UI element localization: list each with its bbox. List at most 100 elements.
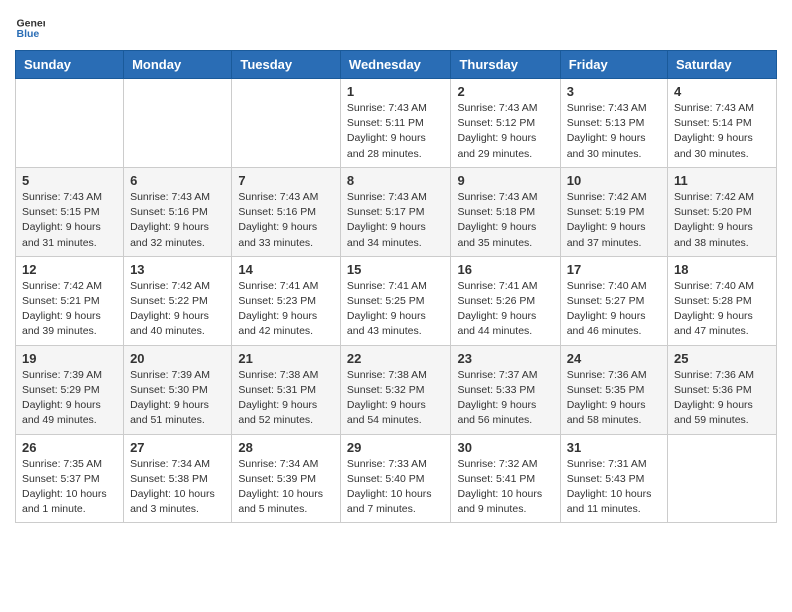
calendar-cell — [16, 79, 124, 168]
calendar-week-row: 26 Sunrise: 7:35 AM Sunset: 5:37 PM Dayli… — [16, 434, 777, 523]
calendar-cell: 20Sunrise: 7:39 AM Sunset: 5:30 PM Dayli… — [124, 345, 232, 434]
day-number: 4 — [674, 84, 770, 99]
calendar-week-row: 1Sunrise: 7:43 AM Sunset: 5:11 PM Daylig… — [16, 79, 777, 168]
day-number: 11 — [674, 173, 770, 188]
day-number: 19 — [22, 351, 117, 366]
calendar-week-row: 5 Sunrise: 7:43 AM Sunset: 5:15 PM Daylig… — [16, 167, 777, 256]
calendar-week-row: 12 Sunrise: 7:42 AM Sunset: 5:21 PM Dayli… — [16, 256, 777, 345]
day-number: 6 — [130, 173, 225, 188]
day-number: 30 — [457, 440, 553, 455]
calendar-cell: 6 Sunrise: 7:43 AM Sunset: 5:16 PM Daylig… — [124, 167, 232, 256]
calendar-cell: 16 Sunrise: 7:41 AM Sunset: 5:26 PM Dayli… — [451, 256, 560, 345]
day-number: 10 — [567, 173, 661, 188]
calendar-cell: 17 Sunrise: 7:40 AM Sunset: 5:27 PM Dayli… — [560, 256, 667, 345]
day-info: Sunrise: 7:31 AM Sunset: 5:43 PM Dayligh… — [567, 457, 661, 518]
day-info: Sunrise: 7:35 AM Sunset: 5:37 PM Dayligh… — [22, 457, 117, 518]
day-number: 13 — [130, 262, 225, 277]
calendar-cell: 26 Sunrise: 7:35 AM Sunset: 5:37 PM Dayli… — [16, 434, 124, 523]
day-info: Sunrise: 7:43 AM Sunset: 5:12 PM Dayligh… — [457, 101, 553, 162]
day-info: Sunrise: 7:42 AM Sunset: 5:21 PM Dayligh… — [22, 279, 117, 340]
calendar-cell: 10 Sunrise: 7:42 AM Sunset: 5:19 PM Dayli… — [560, 167, 667, 256]
day-info: Sunrise: 7:41 AM Sunset: 5:25 PM Dayligh… — [347, 279, 445, 340]
day-info: Sunrise: 7:43 AM Sunset: 5:17 PM Dayligh… — [347, 190, 445, 251]
day-info: Sunrise: 7:43 AM Sunset: 5:18 PM Dayligh… — [457, 190, 553, 251]
day-info: Sunrise: 7:43 AM Sunset: 5:16 PM Dayligh… — [238, 190, 334, 251]
day-number: 9 — [457, 173, 553, 188]
weekday-header-sunday: Sunday — [16, 51, 124, 79]
calendar-cell: 23 Sunrise: 7:37 AM Sunset: 5:33 PM Dayli… — [451, 345, 560, 434]
day-info: Sunrise: 7:32 AM Sunset: 5:41 PM Dayligh… — [457, 457, 553, 518]
day-info: Sunrise: 7:43 AM Sunset: 5:16 PM Dayligh… — [130, 190, 225, 251]
day-number: 16 — [457, 262, 553, 277]
calendar-cell: 4 Sunrise: 7:43 AM Sunset: 5:14 PM Daylig… — [668, 79, 777, 168]
day-info: Sunrise: 7:33 AM Sunset: 5:40 PM Dayligh… — [347, 457, 445, 518]
day-info: Sunrise: 7:41 AM Sunset: 5:26 PM Dayligh… — [457, 279, 553, 340]
calendar-table: SundayMondayTuesdayWednesdayThursdayFrid… — [15, 50, 777, 523]
day-number: 25 — [674, 351, 770, 366]
day-info: Sunrise: 7:43 AM Sunset: 5:11 PM Dayligh… — [347, 101, 445, 162]
day-number: 31 — [567, 440, 661, 455]
logo: General Blue — [15, 10, 49, 40]
calendar-cell — [668, 434, 777, 523]
day-info: Sunrise: 7:42 AM Sunset: 5:22 PM Dayligh… — [130, 279, 225, 340]
calendar-cell: 27Sunrise: 7:34 AM Sunset: 5:38 PM Dayli… — [124, 434, 232, 523]
logo-icon: General Blue — [15, 10, 45, 40]
day-number: 2 — [457, 84, 553, 99]
weekday-header-saturday: Saturday — [668, 51, 777, 79]
calendar-cell: 8Sunrise: 7:43 AM Sunset: 5:17 PM Daylig… — [340, 167, 451, 256]
calendar-cell: 15 Sunrise: 7:41 AM Sunset: 5:25 PM Dayli… — [340, 256, 451, 345]
day-info: Sunrise: 7:36 AM Sunset: 5:36 PM Dayligh… — [674, 368, 770, 429]
calendar-cell: 1Sunrise: 7:43 AM Sunset: 5:11 PM Daylig… — [340, 79, 451, 168]
calendar-cell: 12 Sunrise: 7:42 AM Sunset: 5:21 PM Dayli… — [16, 256, 124, 345]
day-info: Sunrise: 7:43 AM Sunset: 5:15 PM Dayligh… — [22, 190, 117, 251]
day-info: Sunrise: 7:36 AM Sunset: 5:35 PM Dayligh… — [567, 368, 661, 429]
day-number: 12 — [22, 262, 117, 277]
day-number: 18 — [674, 262, 770, 277]
day-number: 26 — [22, 440, 117, 455]
day-info: Sunrise: 7:43 AM Sunset: 5:14 PM Dayligh… — [674, 101, 770, 162]
calendar-cell: 25 Sunrise: 7:36 AM Sunset: 5:36 PM Dayli… — [668, 345, 777, 434]
weekday-header-friday: Friday — [560, 51, 667, 79]
calendar-cell: 5 Sunrise: 7:43 AM Sunset: 5:15 PM Daylig… — [16, 167, 124, 256]
calendar-cell: 19 Sunrise: 7:39 AM Sunset: 5:29 PM Dayli… — [16, 345, 124, 434]
day-info: Sunrise: 7:38 AM Sunset: 5:32 PM Dayligh… — [347, 368, 445, 429]
day-number: 7 — [238, 173, 334, 188]
day-info: Sunrise: 7:34 AM Sunset: 5:38 PM Dayligh… — [130, 457, 225, 518]
calendar-cell: 30 Sunrise: 7:32 AM Sunset: 5:41 PM Dayli… — [451, 434, 560, 523]
day-info: Sunrise: 7:40 AM Sunset: 5:27 PM Dayligh… — [567, 279, 661, 340]
calendar-cell: 13 Sunrise: 7:42 AM Sunset: 5:22 PM Dayli… — [124, 256, 232, 345]
day-info: Sunrise: 7:42 AM Sunset: 5:20 PM Dayligh… — [674, 190, 770, 251]
day-number: 20 — [130, 351, 225, 366]
day-info: Sunrise: 7:37 AM Sunset: 5:33 PM Dayligh… — [457, 368, 553, 429]
calendar-cell: 7 Sunrise: 7:43 AM Sunset: 5:16 PM Daylig… — [232, 167, 341, 256]
weekday-header-wednesday: Wednesday — [340, 51, 451, 79]
day-info: Sunrise: 7:41 AM Sunset: 5:23 PM Dayligh… — [238, 279, 334, 340]
calendar-cell: 22 Sunrise: 7:38 AM Sunset: 5:32 PM Dayli… — [340, 345, 451, 434]
page-header: General Blue — [15, 10, 777, 40]
calendar-cell: 18 Sunrise: 7:40 AM Sunset: 5:28 PM Dayli… — [668, 256, 777, 345]
day-number: 24 — [567, 351, 661, 366]
day-number: 15 — [347, 262, 445, 277]
calendar-cell: 31 Sunrise: 7:31 AM Sunset: 5:43 PM Dayli… — [560, 434, 667, 523]
calendar-cell: 14 Sunrise: 7:41 AM Sunset: 5:23 PM Dayli… — [232, 256, 341, 345]
calendar-cell: 29Sunrise: 7:33 AM Sunset: 5:40 PM Dayli… — [340, 434, 451, 523]
day-info: Sunrise: 7:39 AM Sunset: 5:29 PM Dayligh… — [22, 368, 117, 429]
weekday-header-row: SundayMondayTuesdayWednesdayThursdayFrid… — [16, 51, 777, 79]
day-number: 23 — [457, 351, 553, 366]
day-number: 14 — [238, 262, 334, 277]
calendar-cell — [124, 79, 232, 168]
calendar-cell: 9 Sunrise: 7:43 AM Sunset: 5:18 PM Daylig… — [451, 167, 560, 256]
day-info: Sunrise: 7:40 AM Sunset: 5:28 PM Dayligh… — [674, 279, 770, 340]
day-info: Sunrise: 7:42 AM Sunset: 5:19 PM Dayligh… — [567, 190, 661, 251]
day-info: Sunrise: 7:43 AM Sunset: 5:13 PM Dayligh… — [567, 101, 661, 162]
page-container: General Blue SundayMondayTuesdayWednesda… — [0, 0, 792, 533]
day-number: 22 — [347, 351, 445, 366]
day-number: 5 — [22, 173, 117, 188]
calendar-cell — [232, 79, 341, 168]
day-number: 28 — [238, 440, 334, 455]
day-number: 17 — [567, 262, 661, 277]
calendar-cell: 2 Sunrise: 7:43 AM Sunset: 5:12 PM Daylig… — [451, 79, 560, 168]
weekday-header-tuesday: Tuesday — [232, 51, 341, 79]
calendar-cell: 11 Sunrise: 7:42 AM Sunset: 5:20 PM Dayli… — [668, 167, 777, 256]
calendar-cell: 3Sunrise: 7:43 AM Sunset: 5:13 PM Daylig… — [560, 79, 667, 168]
